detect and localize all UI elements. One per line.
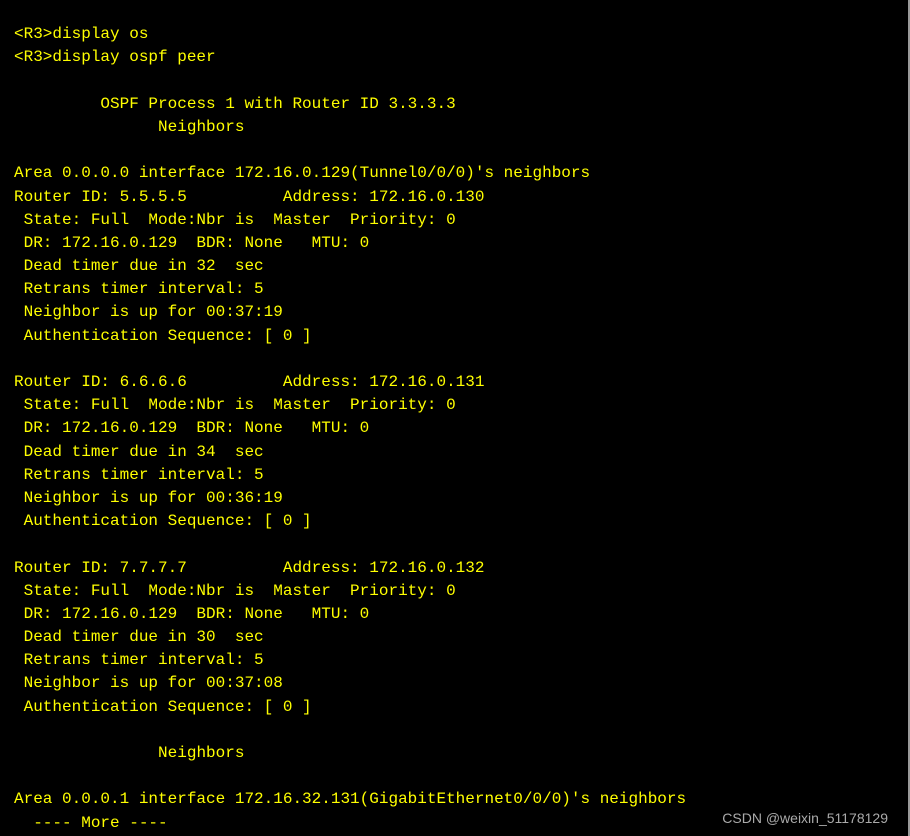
peer-2-retrans: Retrans timer interval: 5 bbox=[14, 651, 264, 669]
peer-1-state: State: Full Mode:Nbr is Master Priority:… bbox=[14, 396, 456, 414]
peer-0-state: State: Full Mode:Nbr is Master Priority:… bbox=[14, 211, 456, 229]
peer-0-auth: Authentication Sequence: [ 0 ] bbox=[14, 327, 312, 345]
peer-1-dead-timer: Dead timer due in 34 sec bbox=[14, 443, 264, 461]
terminal-output: <R3>display os <R3>display ospf peer OSP… bbox=[0, 0, 908, 835]
area0-header: Area 0.0.0.0 interface 172.16.0.129(Tunn… bbox=[14, 164, 590, 182]
peer-2-dead-timer: Dead timer due in 30 sec bbox=[14, 628, 264, 646]
peer-0-uptime: Neighbor is up for 00:37:19 bbox=[14, 303, 283, 321]
peer-0-retrans: Retrans timer interval: 5 bbox=[14, 280, 264, 298]
command-2: display ospf peer bbox=[52, 48, 215, 66]
peer-0-dead-timer: Dead timer due in 32 sec bbox=[14, 257, 264, 275]
peer-1-dr: DR: 172.16.0.129 BDR: None MTU: 0 bbox=[14, 419, 369, 437]
peer-0-router-id: Router ID: 5.5.5.5 Address: 172.16.0.130 bbox=[14, 188, 484, 206]
neighbors-header-2: Neighbors bbox=[14, 744, 244, 762]
peer-1-uptime: Neighbor is up for 00:36:19 bbox=[14, 489, 283, 507]
command-1: display os bbox=[52, 25, 148, 43]
more-prompt[interactable]: ---- More ---- bbox=[14, 814, 168, 832]
prompt-line-2: <R3>display ospf peer bbox=[14, 48, 216, 66]
peer-0-dr: DR: 172.16.0.129 BDR: None MTU: 0 bbox=[14, 234, 369, 252]
prompt-line-1: <R3>display os bbox=[14, 25, 148, 43]
peer-2-auth: Authentication Sequence: [ 0 ] bbox=[14, 698, 312, 716]
peer-1-retrans: Retrans timer interval: 5 bbox=[14, 466, 264, 484]
peer-2-state: State: Full Mode:Nbr is Master Priority:… bbox=[14, 582, 456, 600]
peer-2-dr: DR: 172.16.0.129 BDR: None MTU: 0 bbox=[14, 605, 369, 623]
peer-2-uptime: Neighbor is up for 00:37:08 bbox=[14, 674, 283, 692]
peer-1-auth: Authentication Sequence: [ 0 ] bbox=[14, 512, 312, 530]
neighbors-header: Neighbors bbox=[14, 118, 244, 136]
prompt: <R3> bbox=[14, 25, 52, 43]
peer-1-router-id: Router ID: 6.6.6.6 Address: 172.16.0.131 bbox=[14, 373, 484, 391]
peer-2-router-id: Router ID: 7.7.7.7 Address: 172.16.0.132 bbox=[14, 559, 484, 577]
ospf-process-header: OSPF Process 1 with Router ID 3.3.3.3 bbox=[14, 95, 456, 113]
prompt: <R3> bbox=[14, 48, 52, 66]
area1-header: Area 0.0.0.1 interface 172.16.32.131(Gig… bbox=[14, 790, 686, 808]
